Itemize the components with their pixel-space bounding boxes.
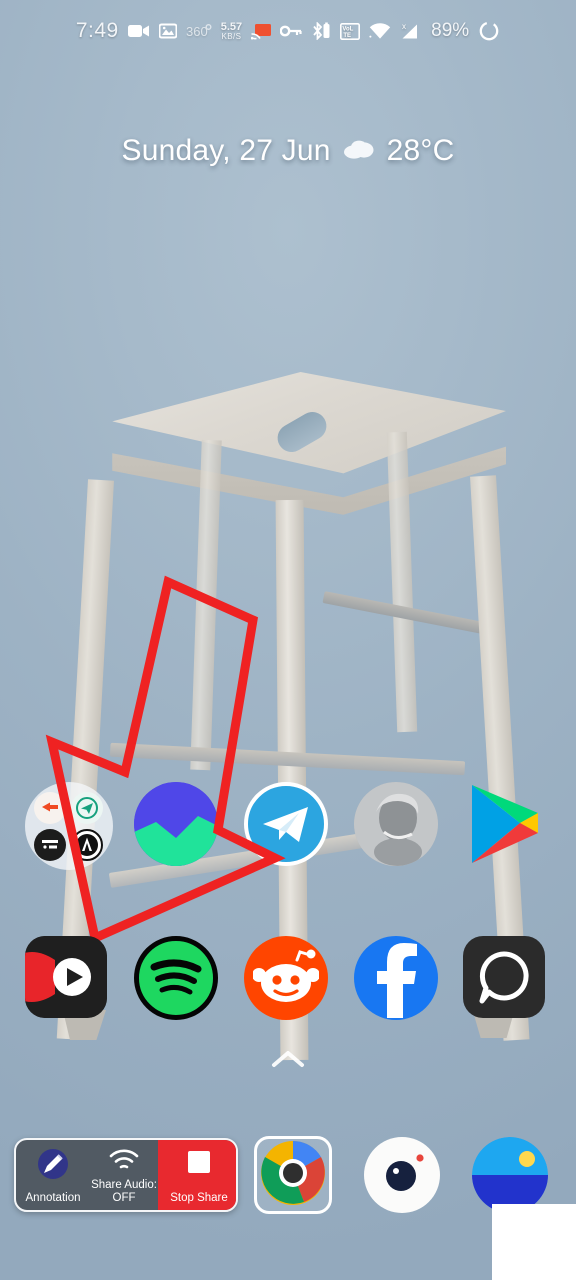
dock-weather[interactable] — [472, 1137, 548, 1213]
temperature-text: 28°C — [386, 134, 455, 167]
telegram-green-icon — [71, 791, 104, 824]
mobile-signal-icon: x — [400, 23, 420, 40]
chat-bubble-orange-icon — [34, 791, 67, 824]
chrome-icon — [260, 1140, 326, 1211]
status-clock: 7:49 — [75, 19, 119, 42]
app-messages[interactable] — [459, 936, 555, 1024]
network-speed-value: 5.57 — [220, 20, 243, 33]
share-audio-button[interactable]: Share Audio: OFF — [90, 1140, 158, 1210]
app-telegram[interactable] — [240, 782, 336, 870]
svg-text:360: 360 — [186, 24, 208, 39]
annotation-label: Annotation — [25, 1191, 81, 1204]
contact-avatar — [353, 782, 438, 866]
stop-square-icon — [186, 1149, 212, 1179]
network-speed-unit: KB/S — [221, 31, 242, 41]
home-app-row-2 — [0, 936, 576, 1024]
svg-text:x: x — [402, 23, 406, 31]
app-drawer-chevron-icon[interactable] — [0, 1048, 576, 1074]
home-app-row-1 — [0, 782, 576, 870]
wallpaper — [0, 0, 576, 1280]
app-facebook[interactable] — [350, 936, 446, 1024]
pencil-icon — [38, 1149, 68, 1183]
audio-wifi-icon — [109, 1149, 139, 1175]
messages-icon — [463, 936, 546, 1018]
alpha-circle-icon — [71, 828, 104, 861]
share-audio-state: OFF — [112, 1191, 136, 1204]
dock: Annotation Share Audio: OFF Stop Share — [0, 1136, 576, 1214]
dock-app-list — [238, 1136, 576, 1214]
youtube-vanced-icon — [24, 936, 107, 1018]
date-weather-widget[interactable]: Sunday, 27 Jun 28°C — [0, 134, 576, 168]
telegram-icon — [243, 782, 328, 866]
app-play-store[interactable] — [459, 782, 555, 870]
stool-leg-back-left — [190, 439, 222, 771]
cloud-icon — [342, 134, 376, 168]
app-spotify[interactable] — [130, 936, 226, 1024]
dock-camera[interactable] — [364, 1137, 440, 1213]
360-degree-icon: 360 — [186, 23, 212, 39]
play-store-icon — [463, 782, 547, 866]
app-reddit[interactable] — [240, 936, 336, 1024]
app-youtube-vanced[interactable] — [21, 936, 117, 1024]
screenshot-image-icon — [158, 23, 177, 39]
date-text: Sunday, 27 Jun — [121, 134, 331, 167]
screen-share-toolbar[interactable]: Annotation Share Audio: OFF Stop Share — [14, 1138, 238, 1212]
cast-icon — [251, 23, 272, 40]
card-dark-icon — [34, 828, 67, 861]
stop-share-button[interactable]: Stop Share — [158, 1140, 236, 1210]
white-overlay-box — [492, 1204, 576, 1280]
app-folder[interactable] — [21, 782, 117, 870]
battery-percentage: 89% — [431, 20, 470, 41]
stop-share-label: Stop Share — [170, 1191, 228, 1204]
app-weather-circle[interactable] — [130, 782, 226, 870]
facebook-icon — [353, 936, 438, 1020]
wifi-icon — [369, 22, 391, 40]
share-audio-label: Share Audio: — [91, 1178, 157, 1191]
video-recording-icon — [127, 23, 150, 39]
weather-circle-glyph — [134, 782, 219, 866]
spotify-icon — [134, 936, 219, 1020]
status-bar[interactable]: 7:49 360 5.57 KB/S VoL TE x 89% — [0, 0, 576, 58]
bluetooth-icon — [311, 22, 331, 40]
app-contact-photo[interactable] — [350, 782, 446, 870]
battery-charging-icon — [478, 20, 500, 42]
dock-chrome[interactable] — [254, 1136, 332, 1214]
volte-icon: VoL TE — [340, 22, 361, 40]
network-speed-indicator: 5.57 KB/S — [220, 20, 243, 41]
svg-text:TE: TE — [344, 33, 352, 39]
reddit-icon — [243, 936, 328, 1020]
svg-text:VoL: VoL — [343, 26, 354, 32]
annotation-button[interactable]: Annotation — [16, 1140, 90, 1210]
folder-preview — [24, 782, 113, 870]
vpn-key-icon — [280, 24, 302, 38]
